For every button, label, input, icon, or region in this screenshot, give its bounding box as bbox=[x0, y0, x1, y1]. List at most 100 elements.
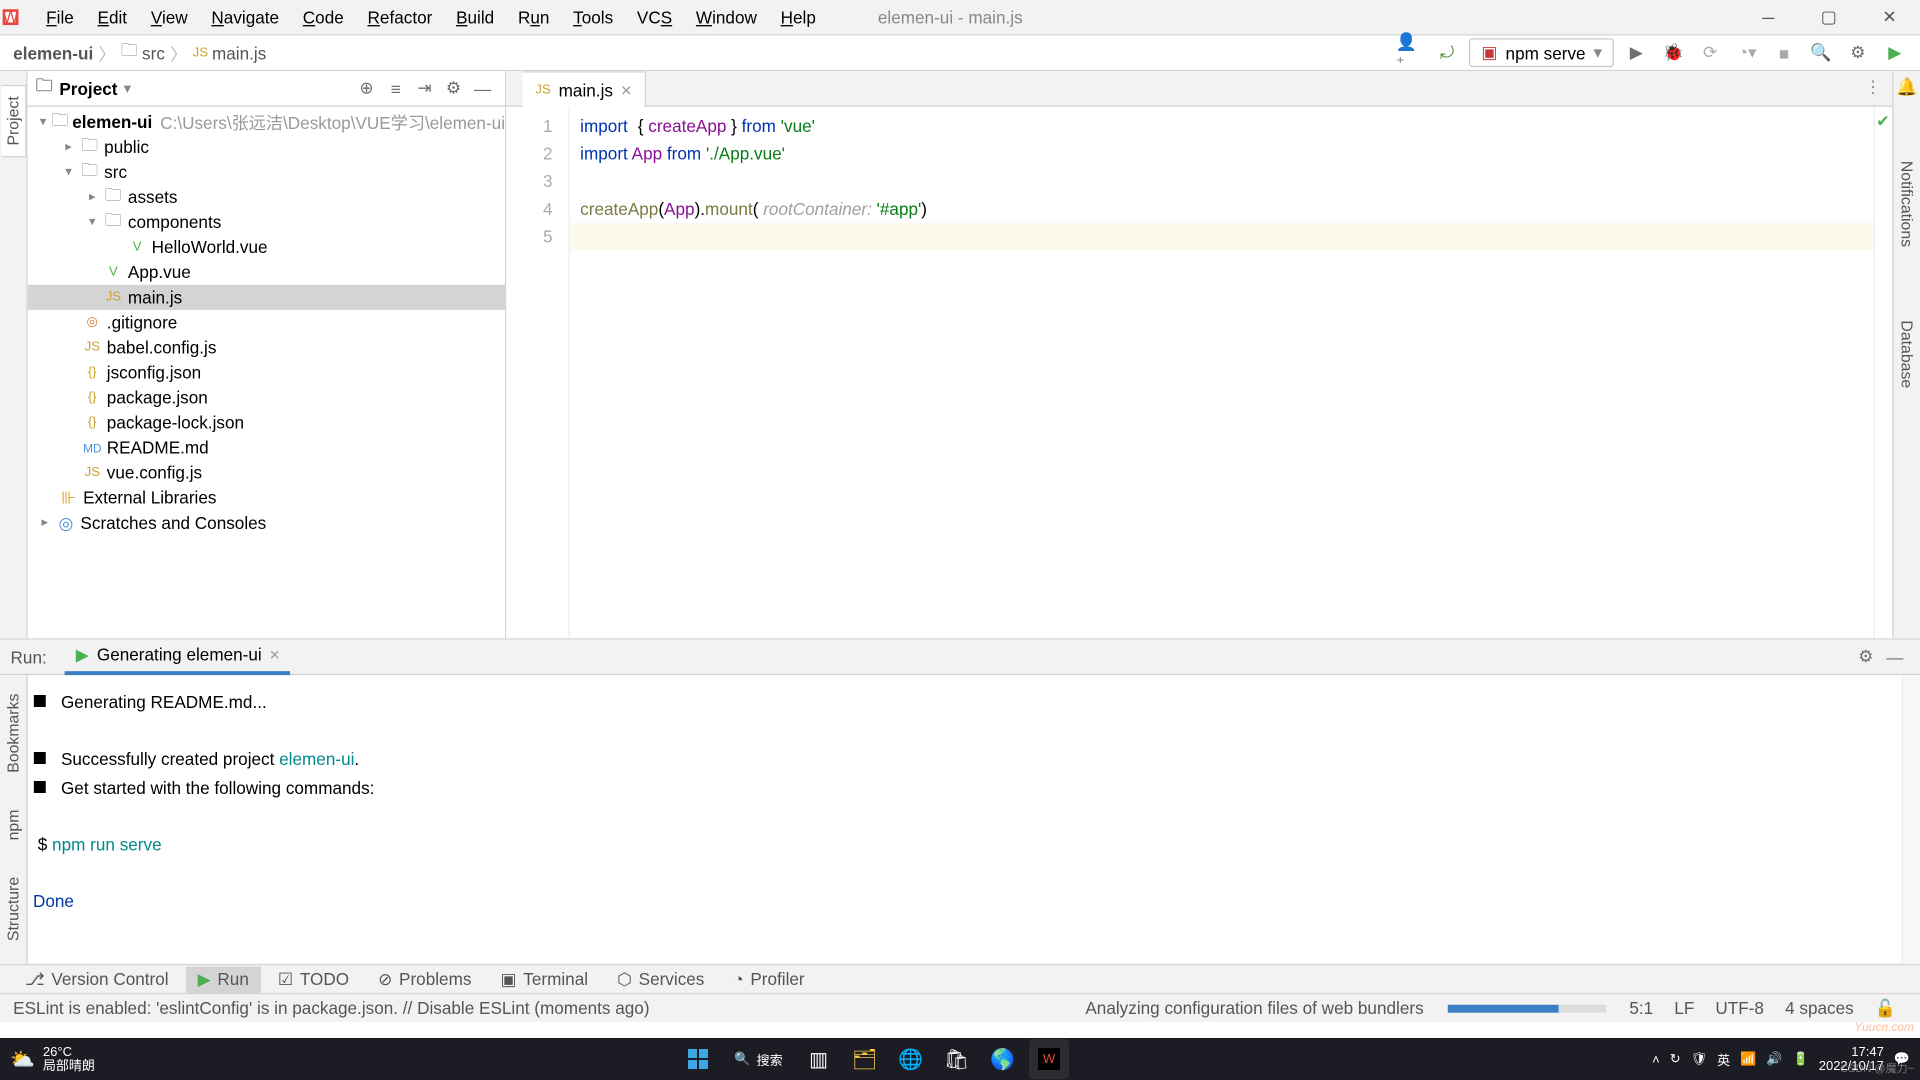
run-hide-icon[interactable]: — bbox=[1880, 647, 1909, 667]
editor-tab-mainjs[interactable]: JS main.js × bbox=[522, 71, 646, 107]
tray-chevron-icon[interactable]: ˄ bbox=[1652, 1052, 1660, 1067]
tree-gitignore[interactable]: ◎.gitignore bbox=[28, 310, 505, 335]
tree-lock[interactable]: {}package-lock.json bbox=[28, 410, 505, 435]
settings-icon[interactable]: ⚙ bbox=[1843, 38, 1872, 67]
taskbar-clock[interactable]: 17:47 2022/10/17 bbox=[1819, 1045, 1884, 1073]
breadcrumb-project[interactable]: elemen-ui bbox=[13, 43, 93, 63]
console-scrollbar[interactable] bbox=[1901, 675, 1919, 964]
run-console-output[interactable]: ⯀ Generating README.md... ⯀ Successfully… bbox=[28, 675, 1902, 964]
bottom-profiler[interactable]: ◔Profiler bbox=[722, 967, 817, 992]
tray-ime[interactable]: 英 bbox=[1717, 1050, 1730, 1069]
tree-jsconfig[interactable]: {}jsconfig.json bbox=[28, 360, 505, 385]
menu-window[interactable]: Window bbox=[687, 3, 766, 31]
tray-battery-icon[interactable]: 🔋 bbox=[1793, 1051, 1809, 1067]
bottom-todo[interactable]: ☑TODO bbox=[266, 966, 361, 992]
tray-notifications-icon[interactable]: 💬 bbox=[1894, 1051, 1910, 1067]
menu-run[interactable]: Run bbox=[509, 3, 559, 31]
status-lf[interactable]: LF bbox=[1664, 998, 1705, 1018]
tree-mainjs[interactable]: JSmain.js bbox=[28, 285, 505, 310]
debug-button[interactable]: 🐞 bbox=[1659, 38, 1688, 67]
taskbar-store[interactable]: 🛍 bbox=[937, 1039, 977, 1079]
expand-icon[interactable]: ≡ bbox=[381, 74, 410, 103]
taskbar-app1[interactable]: 🌎 bbox=[983, 1039, 1023, 1079]
panel-settings-icon[interactable]: ⚙ bbox=[439, 74, 468, 103]
tree-readme[interactable]: MDREADME.md bbox=[28, 435, 505, 460]
status-enc[interactable]: UTF-8 bbox=[1705, 998, 1775, 1018]
notifications-bell-icon[interactable]: 🔔 bbox=[1896, 76, 1917, 97]
tree-scratches[interactable]: ▸◎Scratches and Consoles bbox=[28, 510, 505, 535]
tool-project[interactable]: Project bbox=[1, 84, 26, 157]
tree-helloworld[interactable]: VHelloWorld.vue bbox=[28, 235, 505, 260]
menu-file[interactable]: File bbox=[37, 3, 83, 31]
run-config-selector[interactable]: ▣ npm serve ▾ bbox=[1470, 38, 1614, 67]
menu-help[interactable]: Help bbox=[771, 3, 825, 31]
svg-text:W: W bbox=[1042, 1051, 1055, 1066]
close-tab-icon[interactable]: × bbox=[621, 79, 632, 100]
taskbar-weather[interactable]: ⛅ 26°C 局部晴朗 bbox=[10, 1045, 95, 1073]
tree-babel[interactable]: JSbabel.config.js bbox=[28, 335, 505, 360]
menu-refactor[interactable]: Refactor bbox=[358, 3, 441, 31]
bottom-version-control[interactable]: ⎇Version Control bbox=[13, 966, 180, 992]
status-spaces[interactable]: 4 spaces bbox=[1775, 998, 1865, 1018]
close-button[interactable]: ✕ bbox=[1859, 0, 1920, 35]
coverage-icon[interactable]: ⟳ bbox=[1696, 38, 1725, 67]
menu-navigate[interactable]: Navigate bbox=[202, 3, 288, 31]
bottom-run[interactable]: ▶Run bbox=[186, 966, 261, 992]
run-task-tab[interactable]: ▶ Generating elemen-ui × bbox=[65, 639, 290, 675]
editor-tabs-menu-icon[interactable]: ⋮ bbox=[1865, 76, 1882, 97]
tool-npm[interactable]: npm bbox=[3, 804, 24, 845]
tree-vueconfig[interactable]: JSvue.config.js bbox=[28, 460, 505, 485]
panel-hide-icon[interactable]: — bbox=[468, 74, 497, 103]
run-button[interactable]: ▶ bbox=[1622, 38, 1651, 67]
status-pos[interactable]: 5:1 bbox=[1619, 998, 1664, 1018]
tool-notifications[interactable]: Notifications bbox=[1895, 150, 1919, 257]
tree-src[interactable]: ▾🗀src bbox=[28, 160, 505, 185]
bottom-services[interactable]: ⬡Services bbox=[605, 966, 716, 992]
menu-vcs[interactable]: VCS bbox=[628, 3, 682, 31]
close-run-tab-icon[interactable]: × bbox=[270, 645, 280, 665]
taskbar-taskview[interactable]: ▥ bbox=[799, 1039, 839, 1079]
tree-root[interactable]: ▾🗀 elemen-ui C:\Users\张远洁\Desktop\VUE学习\… bbox=[28, 109, 505, 134]
menu-edit[interactable]: Edit bbox=[88, 3, 136, 31]
tray-sync-icon[interactable]: ↻ bbox=[1670, 1051, 1681, 1067]
profile-icon[interactable]: ◔▾ bbox=[1733, 38, 1762, 67]
tree-package[interactable]: {}package.json bbox=[28, 385, 505, 410]
tree-components[interactable]: ▾🗀components bbox=[28, 210, 505, 235]
status-readonly-icon[interactable]: 🔓 bbox=[1864, 998, 1906, 1019]
inspection-ok-icon[interactable]: ✔ bbox=[1876, 112, 1889, 130]
tool-database[interactable]: Database bbox=[1895, 310, 1919, 399]
code-editor[interactable]: import { createApp } from 'vue' import A… bbox=[570, 107, 1874, 638]
start-button[interactable] bbox=[678, 1039, 718, 1079]
breadcrumb-file[interactable]: JSmain.js bbox=[193, 43, 267, 63]
taskbar-explorer[interactable]: 🗂 bbox=[845, 1039, 885, 1079]
collapse-icon[interactable]: ⇥ bbox=[410, 74, 439, 103]
tool-bookmarks[interactable]: Bookmarks bbox=[3, 688, 24, 778]
search-icon[interactable]: 🔍 bbox=[1806, 38, 1835, 67]
bottom-problems[interactable]: ⊘Problems bbox=[366, 966, 483, 992]
build-icon[interactable]: ⤾ bbox=[1433, 38, 1462, 67]
menu-code[interactable]: Code bbox=[294, 3, 353, 31]
tree-extlib[interactable]: ⊪External Libraries bbox=[28, 485, 505, 510]
stop-button[interactable]: ■ bbox=[1770, 38, 1799, 67]
taskbar-edge[interactable]: 🌐 bbox=[891, 1039, 931, 1079]
maximize-button[interactable]: ▢ bbox=[1799, 0, 1860, 35]
run-anything-icon[interactable]: ▶ bbox=[1880, 38, 1909, 67]
tree-public[interactable]: ▸🗀public bbox=[28, 134, 505, 159]
taskbar-search[interactable]: 🔍搜索 bbox=[724, 1039, 792, 1079]
bottom-terminal[interactable]: ▣Terminal bbox=[489, 966, 600, 992]
tray-volume-icon[interactable]: 🔊 bbox=[1766, 1051, 1782, 1067]
tray-wifi-icon[interactable]: 📶 bbox=[1740, 1051, 1756, 1067]
tree-assets[interactable]: ▸🗀assets bbox=[28, 185, 505, 210]
minimize-button[interactable]: ─ bbox=[1738, 0, 1799, 35]
menu-tools[interactable]: Tools bbox=[564, 3, 622, 31]
menu-build[interactable]: Build bbox=[447, 3, 504, 31]
tool-structure[interactable]: Structure bbox=[3, 872, 24, 947]
taskbar-webstorm[interactable]: W bbox=[1029, 1039, 1069, 1079]
run-settings-icon[interactable]: ⚙ bbox=[1851, 646, 1880, 667]
tree-appvue[interactable]: VApp.vue bbox=[28, 260, 505, 285]
add-user-icon[interactable]: 👤⁺ bbox=[1396, 38, 1425, 67]
locate-icon[interactable]: ⊕ bbox=[352, 74, 381, 103]
tray-defender-icon[interactable]: 🛡 bbox=[1691, 1051, 1708, 1067]
menu-view[interactable]: View bbox=[142, 3, 197, 31]
breadcrumb-src[interactable]: 🗀src bbox=[121, 38, 165, 67]
